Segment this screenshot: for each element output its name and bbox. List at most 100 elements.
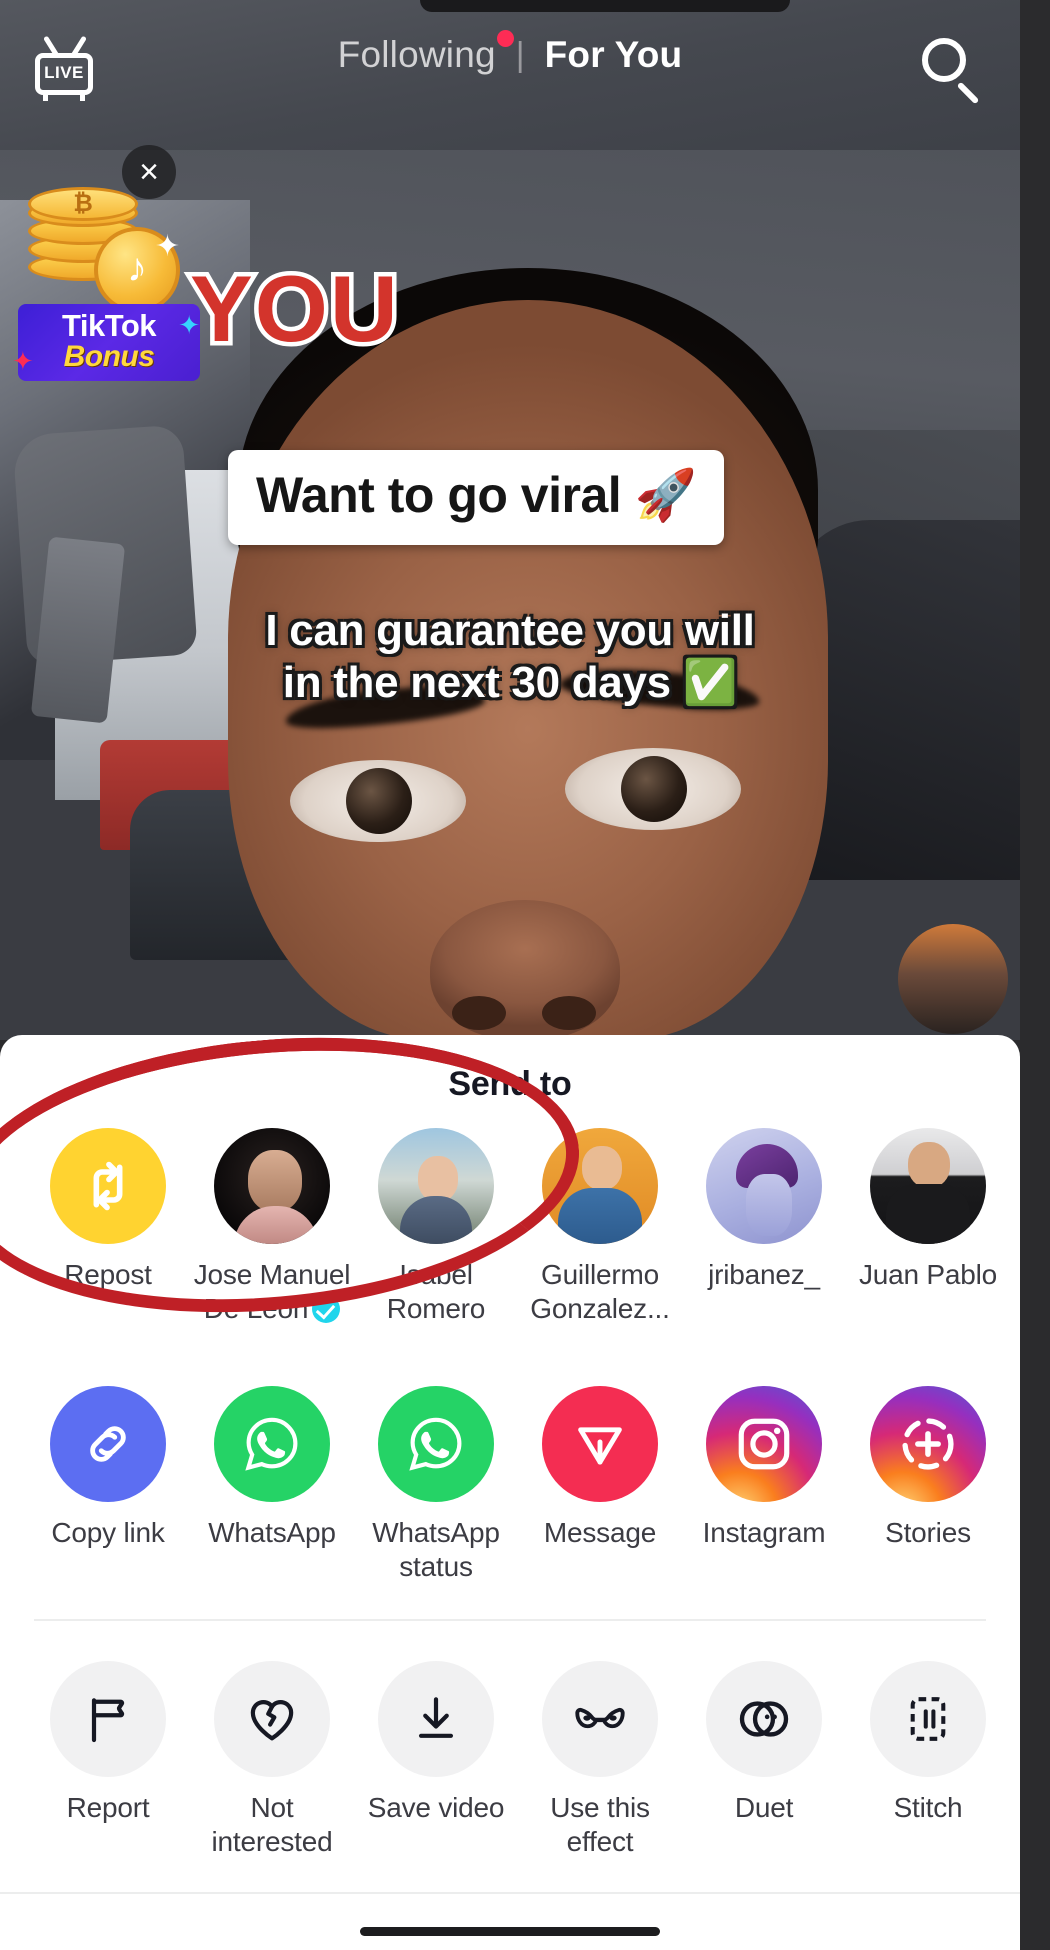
action-not-interested[interactable]: Not interested xyxy=(190,1660,354,1859)
search-icon-handle xyxy=(956,81,980,105)
action-save-video[interactable]: Save video xyxy=(354,1660,518,1825)
nav-tabs: Following | For You xyxy=(0,30,1020,76)
video-overlay-caption-box: Want to go viral 🚀 xyxy=(228,450,725,545)
share-target-repost[interactable]: Repost xyxy=(26,1128,190,1292)
following-notification-dot xyxy=(496,30,514,47)
instagram-icon xyxy=(738,1418,790,1470)
tv-feet-icon xyxy=(43,93,85,101)
share-app-label: Stories xyxy=(885,1517,971,1549)
share-actions-row: Report Not interested Save video Use thi… xyxy=(0,1660,1020,1859)
share-app-label: Copy link xyxy=(51,1517,165,1549)
phone-screen: YOU Want to go viral 🚀 I can guarantee y… xyxy=(0,0,1050,1950)
video-subject-eye-left xyxy=(290,760,466,842)
share-app-whatsapp[interactable]: WhatsApp xyxy=(190,1386,354,1550)
stories-button xyxy=(870,1386,986,1503)
close-promo-button[interactable]: × xyxy=(122,145,176,199)
search-button[interactable] xyxy=(918,34,982,105)
sheet-bottom-divider xyxy=(0,1892,1020,1894)
star-icon-red: ✦ xyxy=(12,345,34,376)
action-duet[interactable]: Duet xyxy=(682,1660,846,1825)
share-target-label: Repost xyxy=(64,1259,152,1290)
contact-avatar xyxy=(706,1128,822,1244)
copy-link-button xyxy=(50,1386,166,1503)
share-app-label: Message xyxy=(543,1517,657,1549)
download-icon xyxy=(418,1696,454,1738)
music-note-icon: ♪ xyxy=(127,246,147,290)
share-target-jribanez[interactable]: jribanez_ xyxy=(682,1128,846,1292)
video-overlay-caption-text: Want to go viral 🚀 xyxy=(256,467,697,523)
contact-avatar xyxy=(378,1128,494,1244)
coin-top-face: ₿ xyxy=(28,187,138,221)
contact-avatar xyxy=(214,1128,330,1244)
share-target-isabel-romero[interactable]: Isabel Romero xyxy=(354,1128,518,1326)
tab-following-label: Following xyxy=(337,34,496,75)
repost-icon xyxy=(93,1161,123,1211)
share-app-copy-link[interactable]: Copy link xyxy=(26,1386,190,1550)
video-subject-iris-left xyxy=(346,768,412,834)
action-label: Stitch xyxy=(893,1791,963,1823)
whatsapp-icon xyxy=(245,1418,298,1471)
link-icon xyxy=(90,1426,126,1463)
not-interested-button xyxy=(214,1660,330,1777)
video-overlay-subtitle-line1: I can guarantee you will xyxy=(265,606,755,655)
share-target-label: Juan Pablo xyxy=(858,1259,998,1290)
send-arrow-icon xyxy=(578,1427,622,1465)
video-subject-iris-right xyxy=(621,756,687,822)
stories-plus-icon xyxy=(902,1418,954,1470)
verified-badge-icon xyxy=(312,1295,341,1324)
sparkle-icon: ✦ xyxy=(154,230,180,263)
whatsapp-icon xyxy=(409,1418,462,1471)
share-target-guillermo-gonzalez[interactable]: Guillermo Gonzalez... xyxy=(518,1128,682,1326)
share-app-label: Instagram xyxy=(702,1517,826,1549)
tab-following[interactable]: Following xyxy=(337,30,514,76)
bonus-badge-line2: Bonus xyxy=(63,340,155,373)
share-target-juan-pablo[interactable]: Juan Pablo xyxy=(846,1128,1010,1292)
video-subject-nostril-left xyxy=(452,996,506,1030)
tab-for-you[interactable]: For You xyxy=(545,34,683,76)
share-app-whatsapp-status[interactable]: WhatsApp status xyxy=(354,1386,518,1584)
coins-icon: ₿ ♪ ✦ xyxy=(18,185,188,313)
video-thumbnail-pip[interactable] xyxy=(898,924,1008,1034)
share-target-jose-manuel[interactable]: Jose Manuel De León xyxy=(190,1128,354,1326)
stitch-button xyxy=(870,1660,986,1777)
share-target-label: jribanez_ xyxy=(708,1259,820,1290)
share-target-label: Guillermo Gonzalez... xyxy=(530,1259,670,1325)
home-indicator xyxy=(360,1927,660,1936)
share-app-label: WhatsApp status xyxy=(372,1517,500,1583)
share-app-stories[interactable]: Stories xyxy=(846,1386,1010,1550)
video-subject-nostril-right xyxy=(542,996,596,1030)
instagram-button xyxy=(706,1386,822,1503)
tiktok-bonus-promo[interactable]: ₿ ♪ ✦ TikTok Bonus ✦ ✦ xyxy=(12,185,228,381)
share-app-message[interactable]: Message xyxy=(518,1386,682,1550)
use-effect-button xyxy=(542,1660,658,1777)
message-button xyxy=(542,1386,658,1503)
share-target-label-wrap: Jose Manuel De León xyxy=(192,1258,352,1326)
contact-avatar xyxy=(542,1128,658,1244)
bonus-badge-line1: TikTok xyxy=(61,308,157,343)
duet-button xyxy=(706,1660,822,1777)
flag-icon xyxy=(91,1697,125,1742)
report-button xyxy=(50,1660,166,1777)
action-label: Not interested xyxy=(211,1791,333,1857)
duet-circles-icon xyxy=(739,1700,789,1737)
video-overlay-subtitle-line2: in the next 30 days ✅ xyxy=(282,657,738,707)
save-video-button xyxy=(378,1660,494,1777)
contact-avatar xyxy=(870,1128,986,1244)
star-icon-blue: ✦ xyxy=(178,310,200,340)
action-use-this-effect[interactable]: Use this effect xyxy=(518,1660,682,1859)
action-label: Report xyxy=(66,1791,150,1823)
action-report[interactable]: Report xyxy=(26,1660,190,1825)
mask-icon xyxy=(575,1707,625,1728)
tiktok-bonus-badge[interactable]: TikTok Bonus ✦ ✦ xyxy=(12,304,200,381)
share-sheet-title: Send to xyxy=(448,1065,572,1103)
share-apps-row: Copy link WhatsApp WhatsApp status Messa… xyxy=(0,1386,1020,1584)
repost-avatar xyxy=(50,1128,166,1244)
coin-front-icon: ♪ ✦ xyxy=(94,227,180,313)
action-label: Duet xyxy=(734,1791,794,1823)
share-app-instagram[interactable]: Instagram xyxy=(682,1386,846,1550)
share-sheet: Send to Repost Jose Manuel De León Isabe… xyxy=(0,1035,1020,1950)
action-stitch[interactable]: Stitch xyxy=(846,1660,1010,1825)
top-navigation-bar: LIVE Following | For You xyxy=(0,0,1020,120)
share-app-label: WhatsApp xyxy=(208,1517,336,1549)
nav-tab-separator: | xyxy=(515,35,525,74)
